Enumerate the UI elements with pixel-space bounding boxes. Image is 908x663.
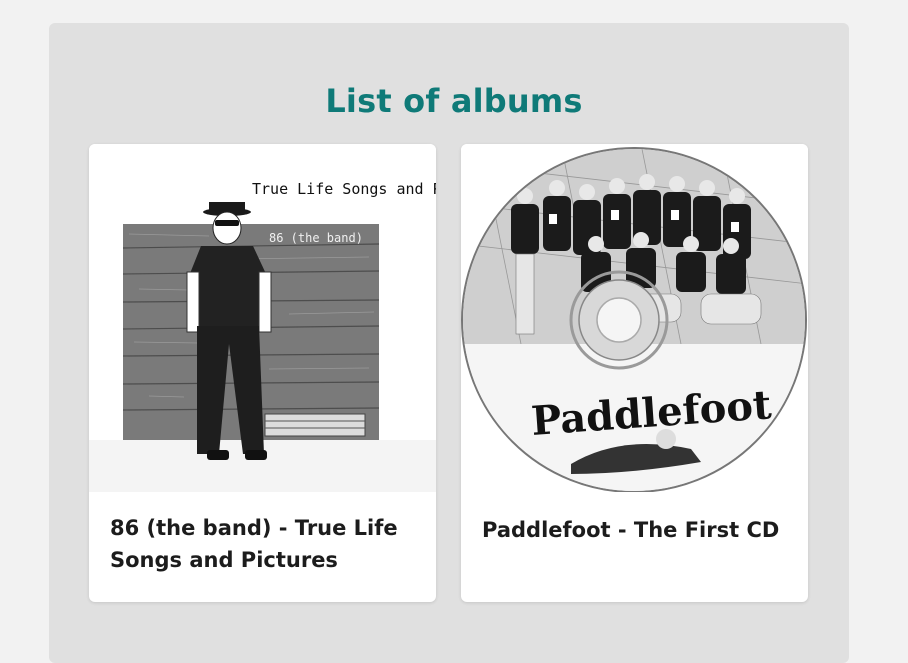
album-title[interactable]: 86 (the band) - True Life Songs and Pict…: [110, 512, 418, 576]
album-title[interactable]: Paddlefoot - The First CD: [482, 514, 790, 546]
album-cover-86-the-band: True Life Songs and Pictures 86 (the ban…: [89, 144, 436, 492]
album-cover-paddlefoot: Paddlefoot: [461, 144, 808, 492]
album-card-paddlefoot[interactable]: Paddlefoot Paddlefoot - The First CD: [461, 144, 808, 602]
cover-title-text: True Life Songs and Pictures: [252, 180, 436, 198]
cover-subtitle-text: 86 (the band): [269, 231, 363, 245]
album-card-86-the-band[interactable]: True Life Songs and Pictures 86 (the ban…: [89, 144, 436, 602]
page-title: List of albums: [325, 82, 583, 120]
